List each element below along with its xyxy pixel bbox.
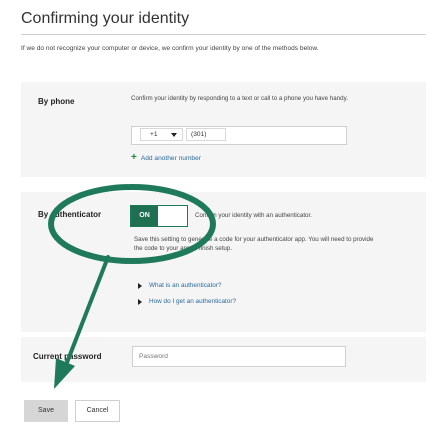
authenticator-description: Confirm your identity with an authentica… [195, 212, 312, 219]
country-code-value: +1 [150, 131, 158, 138]
current-password-field[interactable] [132, 346, 346, 367]
get-authenticator-link[interactable]: How do I get an authenticator? [138, 298, 236, 305]
title-divider [21, 34, 426, 35]
phone-description: Confirm your identity by responding to a… [131, 95, 348, 102]
chevron-down-icon [171, 133, 177, 137]
add-number-link[interactable]: + Add another number [131, 152, 201, 163]
authenticator-label: By authenticator [38, 210, 102, 219]
phone-label: By phone [38, 97, 75, 106]
authenticator-setup-note: Save this setting to generate a code for… [134, 236, 374, 252]
link-label: How do I get an authenticator? [149, 298, 237, 305]
what-is-authenticator-link[interactable]: What is an authenticator? [138, 282, 221, 289]
add-number-label: Add another number [140, 154, 201, 162]
triangle-right-icon [138, 298, 142, 305]
intro-text: If we do not recognize your computer or … [21, 45, 319, 52]
authenticator-toggle[interactable]: ON [130, 205, 188, 227]
phone-number-field[interactable]: (301) [186, 128, 226, 141]
save-button[interactable]: Save [24, 400, 68, 422]
password-label: Current password [33, 352, 102, 361]
link-label: What is an authenticator? [149, 282, 222, 289]
page-title: Confirming your identity [21, 10, 190, 27]
plus-icon: + [131, 152, 137, 163]
phone-number-value: (301) [191, 131, 207, 138]
toggle-on-label: ON [131, 206, 158, 226]
cancel-button[interactable]: Cancel [75, 400, 120, 422]
triangle-right-icon [138, 282, 142, 289]
